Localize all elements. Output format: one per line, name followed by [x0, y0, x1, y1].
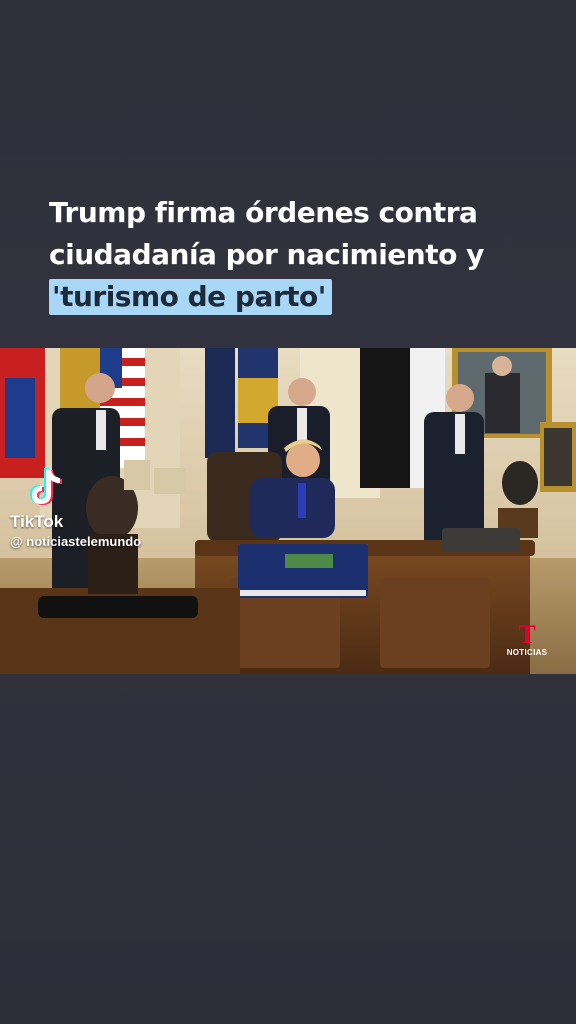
headline-line-1: Trump firma órdenes contra: [49, 196, 478, 229]
telemundo-t-icon: T: [518, 620, 536, 649]
tiktok-brand: TikTok: [10, 512, 64, 531]
tiktok-watermark: TikTok @ noticiastelemundo: [10, 466, 141, 549]
headline-highlight: 'turismo de parto': [49, 279, 332, 315]
tiktok-logo-icon: [24, 466, 64, 508]
network-label: NOTICIAS: [506, 648, 548, 657]
headline-line-2: ciudadanía por nacimiento y: [49, 238, 484, 271]
tiktok-handle[interactable]: @ noticiastelemundo: [10, 534, 141, 549]
headline: Trump firma órdenes contra ciudadanía po…: [49, 192, 549, 318]
telemundo-logo: T NOTICIAS: [505, 620, 549, 658]
